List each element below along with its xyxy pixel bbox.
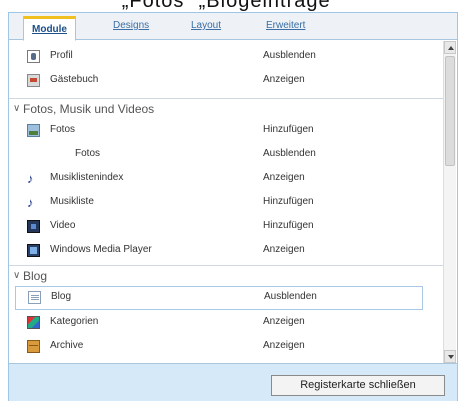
blog-icon — [28, 291, 41, 304]
module-action-link[interactable]: Ausblenden — [263, 148, 316, 159]
scrollbar-thumb[interactable] — [445, 56, 455, 166]
module-row-musiklistenindex[interactable]: ♪ Musiklistenindex Anzeigen — [9, 167, 443, 191]
chevron-down-icon[interactable]: ∨ — [13, 270, 20, 281]
module-row-windows-media-player[interactable]: Windows Media Player Anzeigen — [9, 239, 443, 263]
module-action-link[interactable]: Anzeigen — [263, 172, 305, 183]
archive-icon — [27, 340, 40, 353]
module-label: Gästebuch — [50, 74, 99, 85]
header-text: „Fotos“ „Blogeinträge“ — [0, 0, 460, 12]
close-tab-button[interactable]: Registerkarte schließen — [271, 375, 445, 396]
module-row-fotos[interactable]: Fotos Hinzufügen — [9, 119, 443, 143]
module-action-link[interactable]: Ausblenden — [264, 291, 317, 302]
module-label: Fotos — [50, 124, 76, 135]
video-icon — [27, 220, 40, 233]
panel-footer: Registerkarte schließen — [9, 363, 457, 401]
module-row-archive[interactable]: Archive Anzeigen — [9, 335, 443, 359]
module-row-musikliste[interactable]: ♪ Musikliste Hinzufügen — [9, 191, 443, 215]
chevron-down-icon[interactable]: ∨ — [13, 103, 20, 114]
module-row-video[interactable]: Video Hinzufügen — [9, 215, 443, 239]
module-list: Profil Ausblenden Gästebuch Anzeigen ∨ F… — [9, 41, 443, 363]
module-row-profil[interactable]: Profil Ausblenden — [9, 45, 443, 69]
module-label: Fotos — [75, 148, 101, 159]
tab-bar: Module Designs Layout Erweitert — [9, 13, 457, 41]
scroll-down-arrow-icon[interactable] — [444, 350, 456, 363]
module-label: Kategorien — [50, 316, 99, 327]
media-player-icon — [27, 244, 40, 257]
profile-icon — [27, 50, 40, 63]
tab-designs[interactable]: Designs — [113, 20, 149, 40]
module-action-link[interactable]: Hinzufügen — [263, 124, 314, 135]
module-settings-panel: Module Designs Layout Erweitert Profil A… — [8, 12, 458, 401]
group-title: Blog — [23, 269, 48, 283]
module-row-kategorien[interactable]: Kategorien Anzeigen — [9, 311, 443, 335]
module-label: Musiklistenindex — [50, 172, 124, 183]
tab-module[interactable]: Module — [23, 16, 76, 41]
group-title: Fotos, Musik und Videos — [23, 102, 155, 116]
guestbook-icon — [27, 74, 40, 87]
module-row-gaestebuch[interactable]: Gästebuch Anzeigen — [9, 69, 443, 93]
header-caption: „Fotos“ „Blogeinträge“ — [121, 0, 339, 12]
music-note-icon: ♪ — [27, 171, 34, 186]
tab-layout[interactable]: Layout — [191, 20, 221, 40]
vertical-scrollbar[interactable] — [443, 41, 456, 363]
module-label: Profil — [50, 50, 73, 61]
module-action-link[interactable]: Hinzufügen — [263, 220, 314, 231]
group-header-blog[interactable]: ∨ Blog — [9, 265, 443, 287]
categories-icon — [27, 316, 40, 329]
module-label: Windows Media Player — [50, 244, 152, 255]
module-action-link[interactable]: Anzeigen — [263, 74, 305, 85]
module-action-link[interactable]: Anzeigen — [263, 340, 305, 351]
module-label: Video — [50, 220, 76, 231]
module-row-blog[interactable]: Blog Ausblenden — [15, 286, 423, 310]
module-action-link[interactable]: Anzeigen — [263, 244, 305, 255]
module-label: Archive — [50, 340, 84, 351]
group-header-fotos-musik-videos[interactable]: ∨ Fotos, Musik und Videos — [9, 98, 443, 120]
photo-icon — [27, 124, 40, 137]
module-action-link[interactable]: Anzeigen — [263, 316, 305, 327]
module-label: Blog — [51, 291, 72, 302]
module-action-link[interactable]: Hinzufügen — [263, 196, 314, 207]
module-label: Musikliste — [50, 196, 94, 207]
scroll-up-arrow-icon[interactable] — [444, 41, 456, 54]
module-row-fotos-sub[interactable]: Fotos Ausblenden — [9, 143, 443, 167]
tab-erweitert[interactable]: Erweitert — [266, 20, 305, 40]
music-note-icon: ♪ — [27, 195, 34, 210]
module-action-link[interactable]: Ausblenden — [263, 50, 316, 61]
